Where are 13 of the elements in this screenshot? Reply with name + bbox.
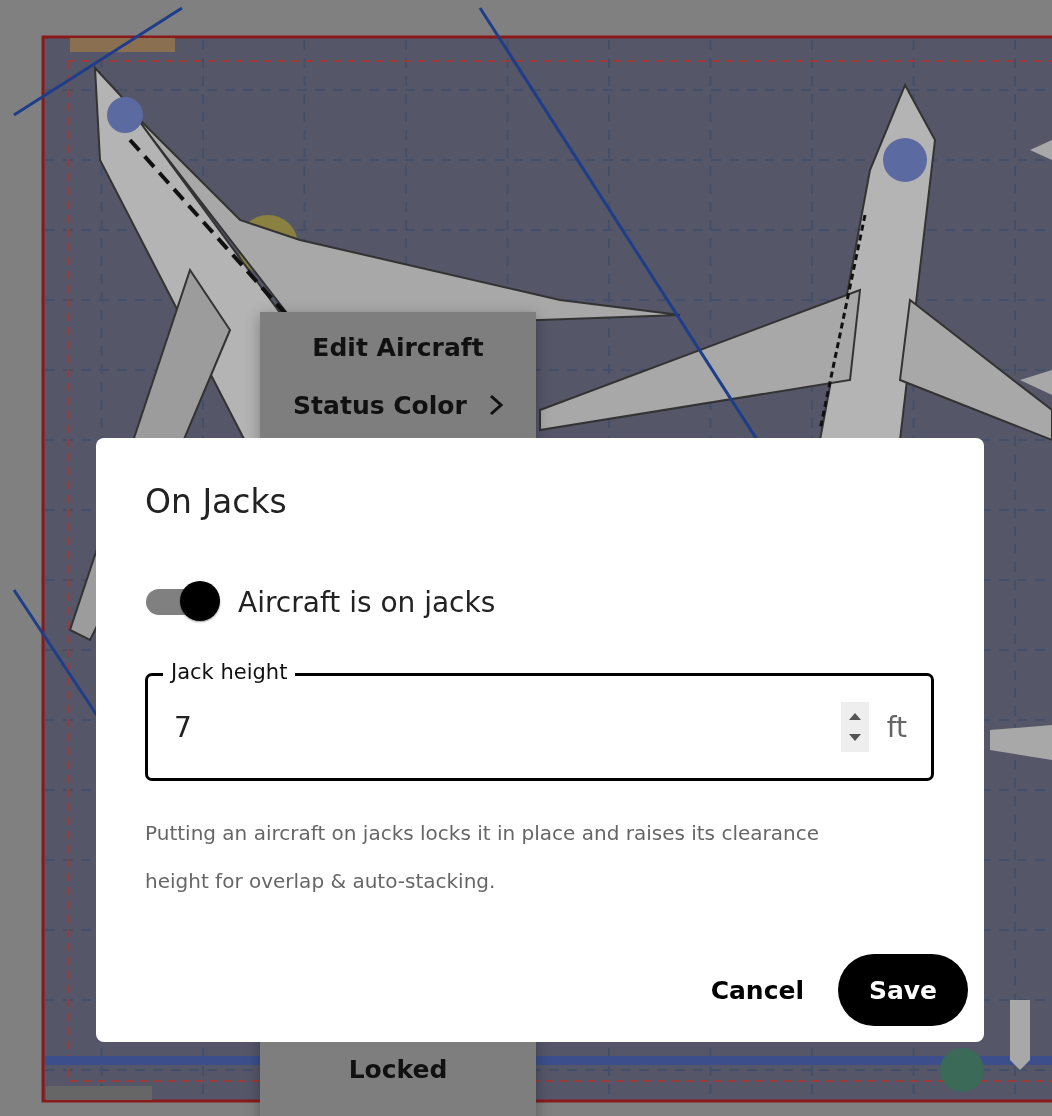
unit-label: ft: [886, 710, 907, 744]
help-text: Putting an aircraft on jacks locks it in place and raises its clearance height for overlap & auto-stacking.: [145, 820, 820, 895]
menu-item[interactable]: Status Color: [293, 376, 503, 434]
field-value: 7: [174, 710, 193, 744]
toggle-label: Aircraft is on jacks: [238, 585, 496, 619]
menu-item[interactable]: Edit Aircraft: [312, 318, 484, 376]
save-button[interactable]: Save: [838, 954, 968, 1026]
cancel-button[interactable]: Cancel: [710, 975, 804, 1005]
spinner-icon[interactable]: [840, 702, 869, 752]
menu-item[interactable]: Locked: [348, 1040, 448, 1098]
chevron-right-icon: [488, 394, 503, 416]
dialog-title: On Jacks: [145, 482, 288, 521]
toggle-switch[interactable]: [146, 581, 222, 623]
